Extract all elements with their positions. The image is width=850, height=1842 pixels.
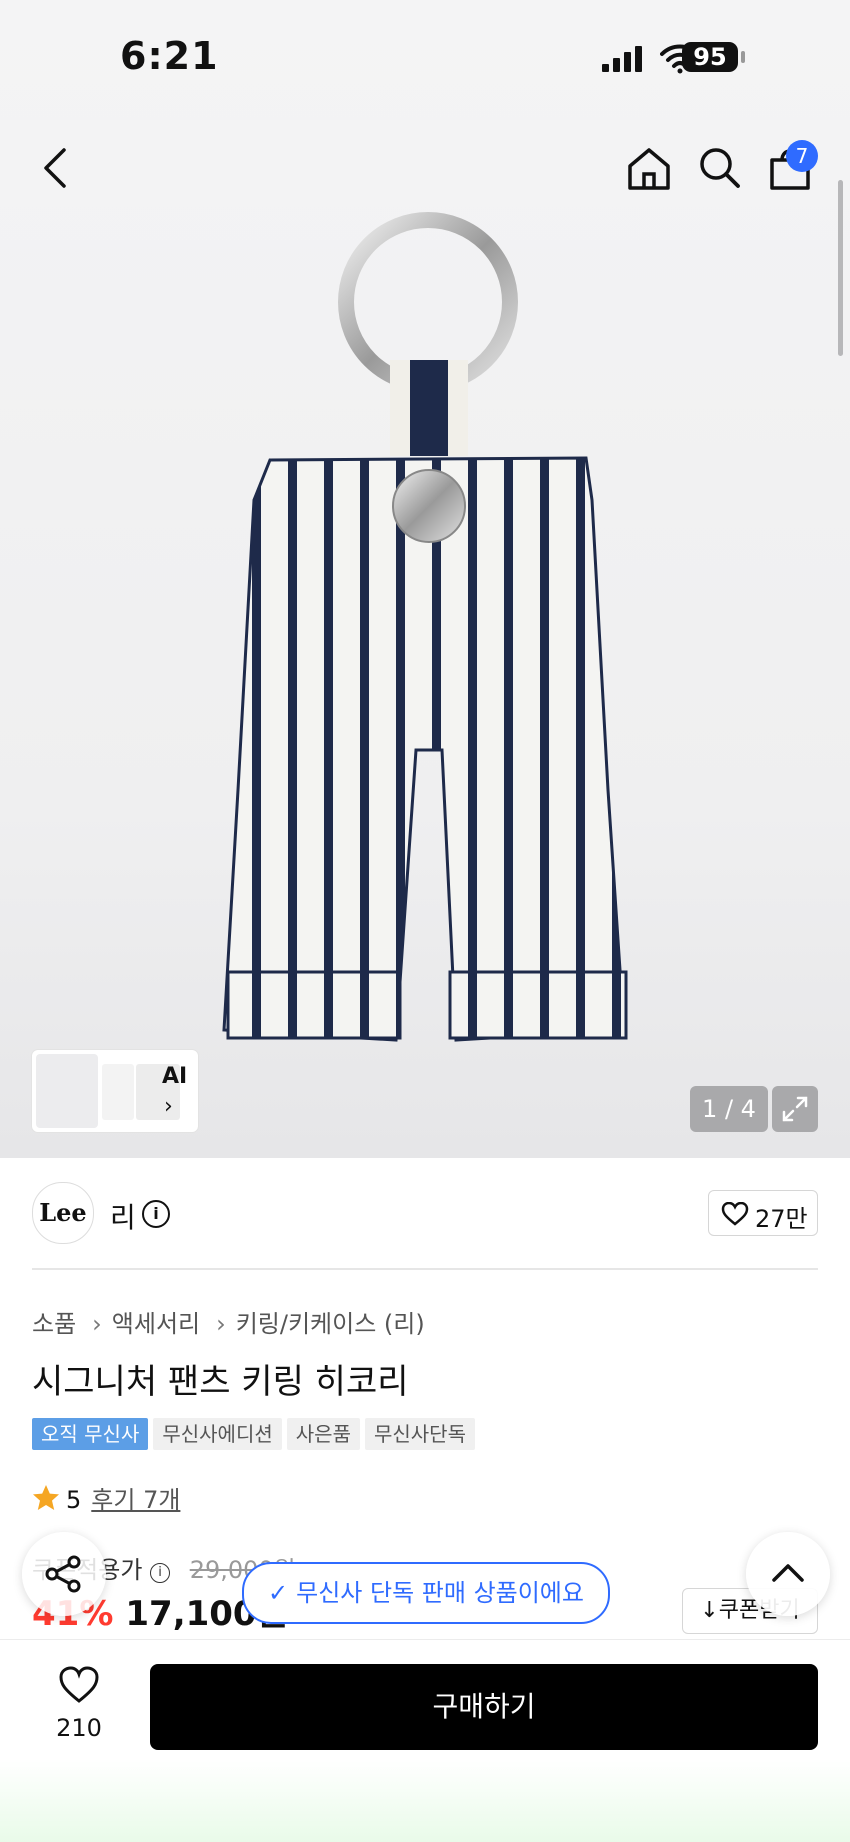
status-time: 6:21: [120, 34, 219, 78]
chevron-up-icon: [772, 1564, 804, 1582]
chevron-right-icon: ›: [216, 1310, 226, 1338]
status-bar: 6:21 95: [0, 0, 850, 110]
battery-tip: [741, 51, 745, 63]
tag-list: 오직 무신사 무신사에디션 사은품 무신사단독: [32, 1418, 480, 1450]
share-icon: [45, 1555, 81, 1593]
ai-label[interactable]: AI: [162, 1064, 187, 1089]
tag: 무신사단독: [364, 1418, 475, 1450]
info-icon[interactable]: i: [150, 1563, 171, 1583]
search-icon[interactable]: [698, 146, 742, 190]
expand-icon: [782, 1096, 808, 1122]
expand-button[interactable]: [772, 1086, 818, 1132]
exclusive-toast: ✓ 무신사 단독 판매 상품이에요: [242, 1562, 610, 1624]
brand-name[interactable]: 리: [110, 1196, 136, 1236]
like-count: 210: [56, 1714, 102, 1742]
breadcrumb: 소품 › 액세서리 › 키링/키케이스 (리): [32, 1304, 431, 1339]
brand-logo[interactable]: Lee: [32, 1182, 94, 1244]
product-title: 시그니처 팬츠 키링 히코리: [32, 1362, 409, 1402]
download-icon: ↓: [700, 1598, 719, 1623]
back-arrow-icon[interactable]: [40, 146, 70, 190]
product-image: [222, 212, 628, 1042]
image-thumbnails[interactable]: [32, 1050, 198, 1132]
divider: [32, 1268, 818, 1270]
tag: 오직 무신사: [32, 1418, 149, 1450]
star-icon: [33, 1485, 59, 1510]
toast-text: 무신사 단독 판매 상품이에요: [296, 1579, 584, 1607]
chevron-right-icon: ›: [92, 1310, 102, 1338]
tag: 무신사에디션: [153, 1418, 282, 1450]
scroll-top-button[interactable]: [746, 1532, 830, 1616]
buy-button[interactable]: 구매하기: [150, 1664, 818, 1750]
cart-count-badge: 7: [786, 140, 818, 172]
thumbnail-1[interactable]: [36, 1054, 98, 1128]
check-icon: ✓: [268, 1579, 289, 1607]
share-button[interactable]: [22, 1532, 106, 1616]
rating-row: 5 후기 7개: [32, 1480, 180, 1515]
page-indicator: 1 / 4: [690, 1086, 768, 1132]
tag: 사은품: [286, 1418, 360, 1450]
breadcrumb-item[interactable]: 액세서리: [112, 1310, 200, 1338]
heart-icon[interactable]: [58, 1666, 100, 1704]
scrollbar[interactable]: [838, 180, 843, 356]
info-icon[interactable]: i: [142, 1200, 170, 1228]
battery-indicator: 95: [682, 42, 738, 72]
breadcrumb-item[interactable]: 소품: [32, 1310, 76, 1338]
heart-icon: [721, 1202, 749, 1226]
signal-icon: [602, 46, 642, 72]
chevron-right-icon[interactable]: ›: [164, 1094, 173, 1119]
review-link[interactable]: 후기 7개: [91, 1486, 180, 1514]
product-image-gallery[interactable]: 7 AI › 1 / 4: [0, 0, 850, 1158]
home-icon[interactable]: [626, 146, 672, 190]
brand-like-count: 27만: [755, 1205, 808, 1233]
rating-value: 5: [66, 1486, 82, 1514]
thumbnail-2[interactable]: [102, 1064, 134, 1120]
breadcrumb-item[interactable]: 키링/키케이스 (리): [236, 1310, 425, 1338]
brand-like-button[interactable]: 27만: [708, 1190, 818, 1236]
